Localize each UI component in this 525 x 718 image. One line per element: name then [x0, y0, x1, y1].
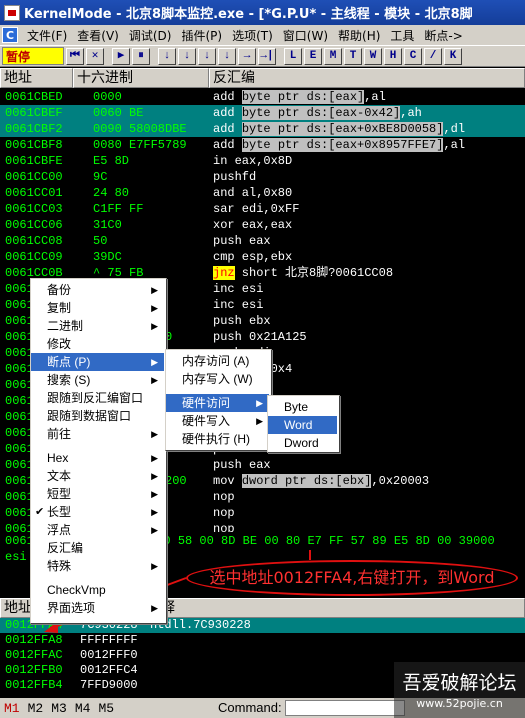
hw-size-label: Dword	[284, 436, 319, 450]
submenu-arrow-icon: ▶	[151, 303, 158, 313]
submenu-arrow-icon: ▶	[151, 507, 158, 517]
submenu-arrow-icon: ▶	[151, 429, 158, 439]
menu-separator	[33, 445, 164, 446]
context-item[interactable]: 长型 ✔ ▶	[31, 503, 164, 521]
context-item-label: 反汇编	[47, 541, 84, 555]
context-item[interactable]: 断点 (P) ▶	[31, 353, 164, 371]
context-item[interactable]: 跟随到数据窗口	[31, 407, 164, 425]
context-item-label: 备份	[47, 283, 72, 297]
context-item[interactable]: Hex ▶	[31, 449, 164, 467]
submenu-arrow-icon: ▶	[151, 357, 158, 367]
submenu-arrow-icon: ▶	[151, 489, 158, 499]
breakpoint-submenu-item[interactable]: 硬件写入 ▶	[166, 412, 269, 430]
context-item[interactable]: 短型 ▶	[31, 485, 164, 503]
context-item[interactable]: 浮点 ▶	[31, 521, 164, 539]
context-item[interactable]: 搜索 (S) ▶	[31, 371, 164, 389]
context-item-label: 浮点	[47, 523, 72, 537]
hw-size-item[interactable]: Dword	[268, 434, 337, 452]
context-item-label: 文本	[47, 469, 72, 483]
context-item[interactable]: 修改	[31, 335, 164, 353]
hardware-access-submenu: Byte Word Dword	[267, 395, 340, 453]
context-item[interactable]: CheckVmp	[31, 581, 164, 599]
submenu-item-label: 硬件访问	[182, 396, 231, 410]
submenu-arrow-icon: ▶	[256, 416, 263, 426]
context-item-label: 搜索 (S)	[47, 373, 91, 387]
context-item-label: 长型	[47, 505, 72, 519]
breakpoint-submenu-item[interactable]: 硬件访问 ▶	[166, 394, 269, 412]
hw-size-label: Byte	[284, 400, 309, 414]
context-item-label: 二进制	[47, 319, 84, 333]
submenu-arrow-icon: ▶	[151, 285, 158, 295]
submenu-arrow-icon: ▶	[256, 398, 263, 408]
submenu-item-label: 内存写入 (W)	[182, 372, 253, 386]
app-window: { "window": {"title": "KernelMode - 北京8脚…	[0, 0, 525, 718]
context-item-label: 前往	[47, 427, 72, 441]
context-item[interactable]: 特殊 ▶	[31, 557, 164, 575]
submenu-arrow-icon: ▶	[151, 603, 158, 613]
submenu-arrow-icon: ▶	[151, 375, 158, 385]
context-item[interactable]: 界面选项 ▶	[31, 599, 164, 617]
context-item-label: 复制	[47, 301, 72, 315]
context-item[interactable]: 复制 ▶	[31, 299, 164, 317]
context-item[interactable]: 二进制 ▶	[31, 317, 164, 335]
hw-size-item[interactable]: Word	[268, 416, 337, 434]
submenu-item-label: 硬件写入	[182, 414, 231, 428]
hw-size-item[interactable]: Byte	[268, 398, 337, 416]
context-item[interactable]: 反汇编	[31, 539, 164, 557]
context-item[interactable]: 前往 ▶	[31, 425, 164, 443]
context-item-label: 断点 (P)	[47, 355, 91, 369]
menu-separator	[33, 577, 164, 578]
context-item[interactable]: 文本 ▶	[31, 467, 164, 485]
breakpoint-submenu-item[interactable]: 硬件执行 (H)	[166, 430, 269, 448]
submenu-arrow-icon: ▶	[151, 525, 158, 535]
submenu-arrow-icon: ▶	[151, 471, 158, 481]
context-menu: 备份 ▶ 复制 ▶ 二进制 ▶ 修改断点 (P) ▶ 搜索 (S) ▶ 跟随到反汇编窗口 跟随到数据窗…	[30, 278, 167, 624]
context-item[interactable]: 备份 ▶	[31, 281, 164, 299]
menu-separator	[168, 390, 269, 391]
breakpoint-submenu-item[interactable]: 内存写入 (W)	[166, 370, 269, 388]
context-item[interactable]: 跟随到反汇编窗口	[31, 389, 164, 407]
submenu-item-label: 内存访问 (A)	[182, 354, 250, 368]
breakpoint-submenu-item[interactable]: 内存访问 (A)	[166, 352, 269, 370]
context-item-label: 跟随到反汇编窗口	[47, 391, 144, 405]
hw-size-label: Word	[284, 418, 313, 432]
context-item-label: 跟随到数据窗口	[47, 409, 132, 423]
context-item-label: CheckVmp	[47, 583, 106, 597]
context-item-label: 修改	[47, 337, 72, 351]
context-item-label: 界面选项	[47, 601, 96, 615]
submenu-arrow-icon: ▶	[151, 453, 158, 463]
submenu-arrow-icon: ▶	[151, 561, 158, 571]
submenu-item-label: 硬件执行 (H)	[182, 432, 250, 446]
submenu-arrow-icon: ▶	[151, 321, 158, 331]
context-item-label: Hex	[47, 451, 69, 465]
check-icon: ✔	[35, 506, 45, 518]
context-item-label: 特殊	[47, 559, 72, 573]
context-item-label: 短型	[47, 487, 72, 501]
breakpoint-submenu: 内存访问 (A) 内存写入 (W) 硬件访问 ▶ 硬件写入 ▶ 硬件执行 (H)	[165, 349, 272, 451]
